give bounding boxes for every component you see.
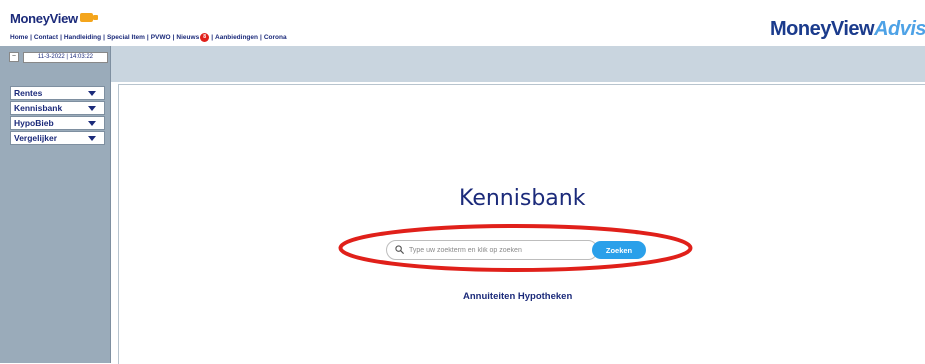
- brand-suffix: Advisc: [874, 18, 925, 40]
- page-title: Kennisbank: [459, 186, 586, 211]
- logo-badge-icon: [79, 13, 98, 22]
- news-count-badge[interactable]: 8: [200, 33, 210, 42]
- app-header: MoneyView Home | Contact | Handleiding | Speci…: [0, 0, 925, 46]
- sidebar-item-label: Rentes: [14, 88, 43, 98]
- brand-logo: MoneyViewAdvisc: [770, 18, 925, 41]
- datetime-display: 11-3-2022 | 14:03:22: [22, 51, 108, 63]
- nav-pvwo[interactable]: PVWO: [151, 34, 171, 41]
- top-band: [0, 46, 925, 82]
- sidebar-item-vergelijker[interactable]: Vergelijker: [10, 131, 105, 145]
- chevron-down-icon: [88, 91, 96, 96]
- nav-handleiding[interactable]: Handleiding: [64, 34, 101, 41]
- nav-aanbiedingen[interactable]: Aanbiedingen: [215, 34, 258, 41]
- collapse-button[interactable]: −: [9, 52, 19, 62]
- nav-home[interactable]: Home: [10, 34, 28, 41]
- sidebar-item-label: Vergelijker: [14, 133, 58, 143]
- nav-corona[interactable]: Corona: [264, 34, 287, 41]
- chevron-down-icon: [88, 106, 96, 111]
- top-navigation: Home | Contact | Handleiding | Special Item | PV…: [10, 33, 287, 42]
- sidebar-item-rentes[interactable]: Rentes: [10, 86, 105, 100]
- logo[interactable]: MoneyView: [10, 11, 98, 26]
- sidebar-menu: Rentes Kennisbank HypoBieb Vergelijker: [10, 86, 105, 146]
- sidebar-item-label: Kennisbank: [14, 103, 63, 113]
- chevron-down-icon: [88, 136, 96, 141]
- nav-contact[interactable]: Contact: [34, 34, 58, 41]
- sidebar-item-kennisbank[interactable]: Kennisbank: [10, 101, 105, 115]
- date-bar: − 11-3-2022 | 14:03:22: [9, 51, 108, 63]
- highlight-annotation: [338, 224, 693, 272]
- nav-nieuws[interactable]: Nieuws: [176, 34, 199, 41]
- brand-name: MoneyView: [770, 18, 875, 40]
- sidebar-item-hypobieb[interactable]: HypoBieb: [10, 116, 105, 130]
- logo-text: MoneyView: [10, 11, 78, 26]
- chevron-down-icon: [88, 121, 96, 126]
- kennisbank-link[interactable]: Annuiteiten Hypotheken: [463, 291, 572, 302]
- sidebar-item-label: HypoBieb: [14, 118, 54, 128]
- nav-special-item[interactable]: Special Item: [107, 34, 145, 41]
